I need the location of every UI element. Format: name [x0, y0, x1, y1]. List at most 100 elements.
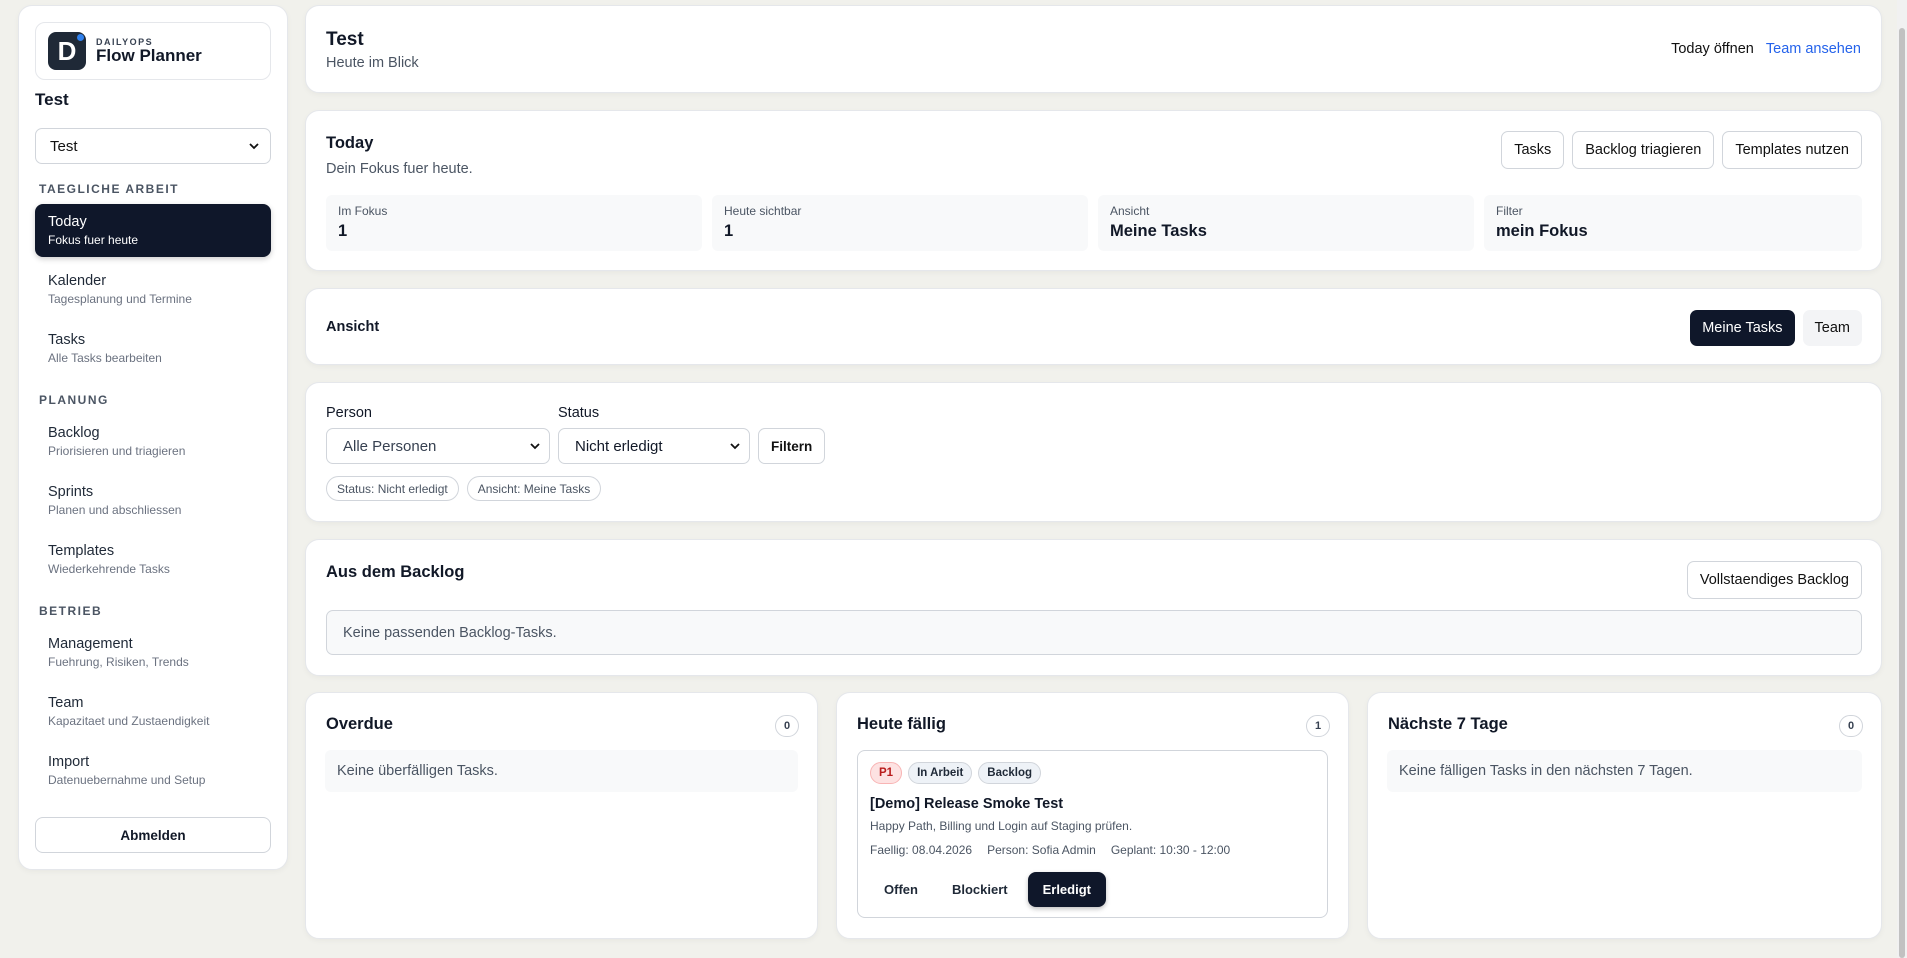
sidebar-item-management[interactable]: Management Fuehrung, Risiken, Trends	[35, 626, 271, 679]
logout-button[interactable]: Abmelden	[35, 817, 271, 853]
sidebar-item-tasks[interactable]: Tasks Alle Tasks bearbeiten	[35, 322, 271, 375]
sidebar-item-backlog[interactable]: Backlog Priorisieren und triagieren	[35, 415, 271, 468]
status-select[interactable]: Nicht erledigt	[558, 428, 750, 464]
next-7-days-count-badge: 0	[1839, 715, 1863, 737]
page-scrollbar[interactable]	[1897, 0, 1907, 958]
filter-button[interactable]: Filtern	[758, 428, 826, 464]
view-toggle: Meine Tasks Team	[1690, 310, 1862, 346]
active-filters: Status: Nicht erledigt Ansicht: Meine Ta…	[326, 476, 602, 501]
section-daily: TAEGLICHE ARBEIT	[39, 182, 179, 196]
page-subtitle: Heute im Blick	[326, 55, 419, 71]
brand[interactable]: D DAILYOPS Flow Planner	[35, 22, 271, 80]
overdue-count-badge: 0	[775, 715, 799, 737]
sidebar-item-sprints[interactable]: Sprints Planen und abschliessen	[35, 474, 271, 527]
workspace-title: Test	[35, 90, 69, 109]
view-chip[interactable]: Ansicht: Meine Tasks	[466, 476, 602, 501]
task-card[interactable]: P1 In Arbeit Backlog [Demo] Release Smok…	[857, 750, 1328, 918]
view-card: Ansicht Meine Tasks Team	[305, 288, 1882, 365]
overdue-empty-state: Keine überfälligen Tasks.	[325, 750, 798, 792]
today-title: Today	[326, 134, 374, 152]
stat-value: Meine Tasks	[1110, 222, 1207, 240]
sidebar-item-sub: Planen und abschliessen	[48, 503, 182, 517]
team-toggle[interactable]: Team	[1802, 310, 1862, 346]
sidebar-item-label: Today	[48, 214, 87, 230]
brand-name: Flow Planner	[96, 45, 202, 65]
view-label: Ansicht	[326, 319, 380, 335]
status-tag: In Arbeit	[908, 762, 973, 784]
sidebar-item-sub: Fokus fuer heute	[48, 233, 139, 247]
status-label: Status	[558, 405, 600, 421]
next-7-days-empty-state: Keine fälligen Tasks in den nächsten 7 T…	[1387, 750, 1862, 792]
today-open-link[interactable]: Today öffnen	[1671, 41, 1754, 57]
sidebar-item-label: Backlog	[48, 425, 100, 441]
sidebar-item-sub: Fuehrung, Risiken, Trends	[48, 655, 189, 669]
sidebar-item-sub: Alle Tasks bearbeiten	[48, 351, 162, 365]
stat-visible: Heute sichtbar 1	[712, 195, 1088, 251]
sidebar-item-team[interactable]: Team Kapazitaet und Zustaendigkeit	[35, 685, 271, 738]
sidebar-item-today[interactable]: Today Fokus fuer heute	[35, 204, 271, 257]
sidebar-item-label: Tasks	[48, 332, 86, 348]
sidebar-item-sub: Kapazitaet und Zustaendigkeit	[48, 714, 210, 728]
my-tasks-toggle[interactable]: Meine Tasks	[1690, 310, 1795, 346]
tasks-button[interactable]: Tasks	[1501, 131, 1565, 169]
status-blocked-button[interactable]: Blockiert	[938, 872, 1022, 907]
task-title[interactable]: [Demo] Release Smoke Test	[870, 796, 1063, 812]
sidebar-item-label: Import	[48, 754, 90, 770]
overdue-title: Overdue	[326, 715, 393, 733]
logo-letter: D	[57, 35, 77, 66]
task-planned: Geplant: 10:30 - 12:00	[1110, 843, 1231, 857]
person-label: Person	[326, 405, 372, 421]
stat-value: 1	[338, 222, 348, 240]
stat-filter: Filter mein Fokus	[1484, 195, 1862, 251]
chevron-down-icon	[730, 443, 740, 450]
task-tags: P1 In Arbeit Backlog	[870, 762, 1047, 784]
stat-value: 1	[724, 222, 734, 240]
sidebar-item-sub: Tagesplanung und Termine	[48, 292, 192, 306]
section-operation: BETRIEB	[39, 604, 103, 618]
backlog-title: Aus dem Backlog	[326, 563, 465, 581]
stat-label: Filter	[1496, 204, 1523, 218]
sidebar-item-import[interactable]: Import Datenuebernahme und Setup	[35, 744, 271, 797]
stat-focus: Im Fokus 1	[326, 195, 702, 251]
backlog-triage-button[interactable]: Backlog triagieren	[1572, 131, 1715, 169]
header-links: Today öffnen Team ansehen	[1671, 41, 1861, 57]
sidebar-item-sub: Wiederkehrende Tasks	[48, 562, 170, 576]
backlog-card: Aus dem Backlog Vollstaendiges Backlog K…	[305, 539, 1882, 676]
status-chip[interactable]: Status: Nicht erledigt	[326, 476, 459, 501]
sidebar-item-label: Templates	[48, 543, 115, 559]
task-status-actions: Offen Blockiert Erledigt	[870, 872, 1106, 907]
full-backlog-button[interactable]: Vollstaendiges Backlog	[1686, 561, 1862, 599]
task-meta: Faellig: 08.04.2026 Person: Sofia Admin …	[870, 843, 1230, 857]
person-select-value: Alle Personen	[343, 437, 437, 455]
sidebar: D DAILYOPS Flow Planner Test Test TAEGLI…	[18, 5, 288, 870]
workspace-select[interactable]: Test	[35, 128, 271, 164]
task-person: Person: Sofia Admin	[987, 843, 1096, 857]
page-title: Test	[326, 29, 364, 50]
logo-icon: D	[48, 32, 86, 70]
task-description: Happy Path, Billing und Login auf Stagin…	[870, 819, 1133, 833]
templates-button[interactable]: Templates nutzen	[1722, 131, 1862, 169]
due-today-column: Heute fällig 1 P1 In Arbeit Backlog [Dem…	[836, 692, 1349, 939]
next-7-days-column: Nächste 7 Tage 0 Keine fälligen Tasks in…	[1367, 692, 1882, 939]
status-open-button[interactable]: Offen	[870, 872, 932, 907]
backlog-empty-state: Keine passenden Backlog-Tasks.	[326, 610, 1862, 655]
stat-label: Ansicht	[1110, 204, 1150, 218]
sidebar-item-label: Sprints	[48, 484, 94, 500]
team-view-link[interactable]: Team ansehen	[1766, 41, 1861, 57]
sidebar-item-sub: Datenuebernahme und Setup	[48, 773, 206, 787]
sidebar-item-label: Management	[48, 636, 133, 652]
status-done-button[interactable]: Erledigt	[1027, 872, 1106, 907]
chevron-down-icon	[249, 143, 259, 150]
stat-view: Ansicht Meine Tasks	[1098, 195, 1474, 251]
overdue-column: Overdue 0 Keine überfälligen Tasks.	[305, 692, 818, 939]
scrollbar-thumb[interactable]	[1899, 28, 1905, 958]
sidebar-item-templates[interactable]: Templates Wiederkehrende Tasks	[35, 533, 271, 586]
today-card: Today Dein Fokus fuer heute. Tasks Backl…	[305, 110, 1882, 271]
sidebar-item-kalender[interactable]: Kalender Tagesplanung und Termine	[35, 263, 271, 316]
due-today-title: Heute fällig	[857, 715, 946, 733]
person-select[interactable]: Alle Personen	[326, 428, 550, 464]
stat-label: Heute sichtbar	[724, 204, 802, 218]
filter-card: Person Alle Personen Status Nicht erledi…	[305, 382, 1882, 522]
stat-label: Im Fokus	[338, 204, 388, 218]
chevron-down-icon	[530, 443, 540, 450]
